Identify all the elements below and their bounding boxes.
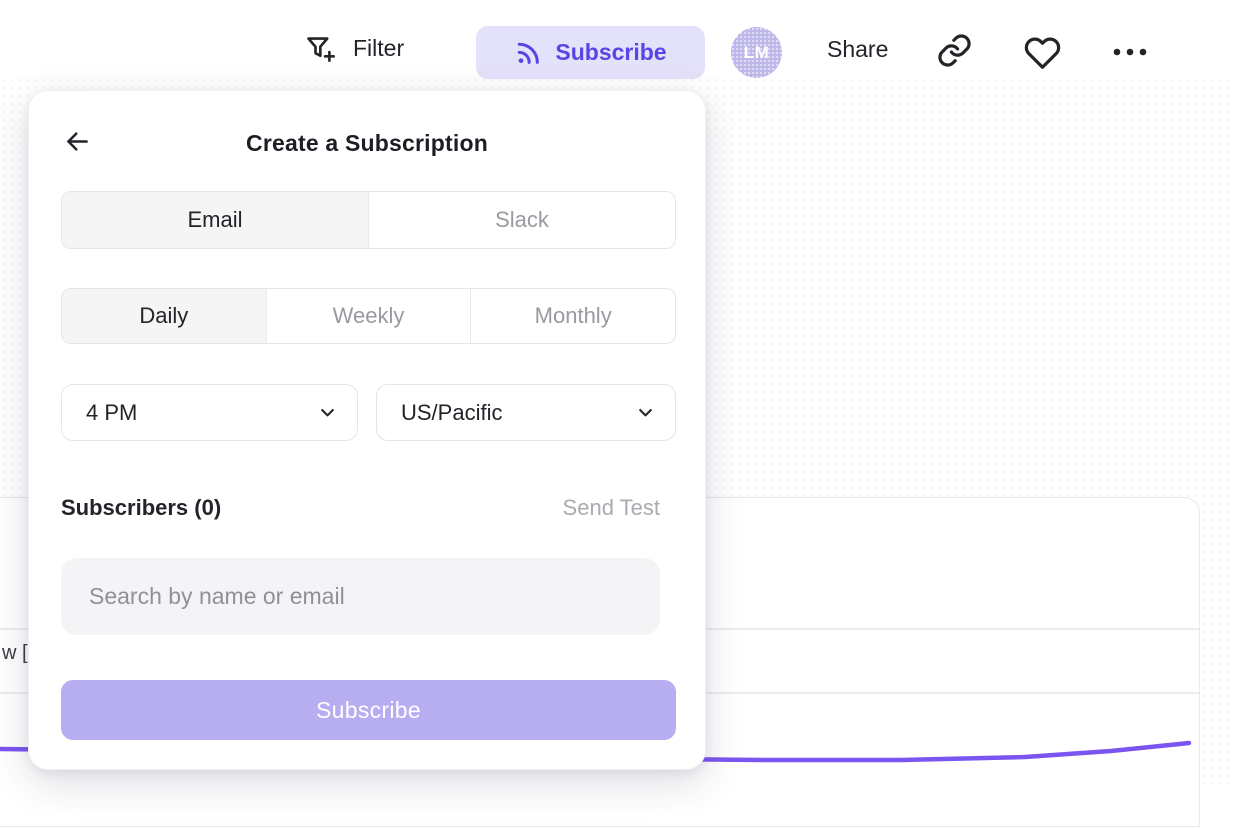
avatar[interactable]: LM bbox=[731, 27, 782, 78]
subscriber-search-input[interactable] bbox=[61, 558, 660, 635]
share-button[interactable]: Share bbox=[827, 36, 888, 63]
tab-email[interactable]: Email bbox=[62, 192, 368, 248]
subscribe-label: Subscribe bbox=[555, 39, 666, 66]
favorite-button[interactable] bbox=[1024, 33, 1061, 75]
ellipsis-icon bbox=[1110, 46, 1150, 58]
frequency-segmented-control: Daily Weekly Monthly bbox=[61, 288, 676, 344]
create-subscription-dialog: Create a Subscription Email Slack Daily … bbox=[28, 90, 706, 770]
avatar-initials: LM bbox=[744, 43, 770, 63]
subscribe-button[interactable]: Subscribe bbox=[476, 26, 705, 79]
overflow-menu-button[interactable] bbox=[1110, 45, 1150, 63]
heart-icon bbox=[1024, 33, 1061, 70]
channel-segmented-control: Email Slack bbox=[61, 191, 676, 249]
subscribe-submit-button[interactable]: Subscribe bbox=[61, 680, 676, 740]
link-icon bbox=[936, 32, 973, 69]
dialog-title: Create a Subscription bbox=[29, 130, 705, 157]
filter-plus-icon bbox=[303, 32, 336, 65]
tab-monthly[interactable]: Monthly bbox=[470, 289, 675, 343]
chevron-down-icon bbox=[634, 401, 657, 424]
timezone-select-value: US/Pacific bbox=[401, 400, 502, 426]
time-select-value: 4 PM bbox=[86, 400, 137, 426]
subscribers-count-label: Subscribers (0) bbox=[61, 495, 221, 521]
chevron-down-icon bbox=[316, 401, 339, 424]
rss-icon bbox=[514, 39, 542, 67]
subscribers-row: Subscribers (0) Send Test bbox=[61, 495, 660, 521]
send-test-button[interactable]: Send Test bbox=[563, 495, 660, 521]
toolbar: Filter Subscribe LM Share bbox=[0, 0, 1234, 80]
timezone-select[interactable]: US/Pacific bbox=[376, 384, 676, 441]
time-select[interactable]: 4 PM bbox=[61, 384, 358, 441]
copy-link-button[interactable] bbox=[936, 32, 973, 74]
clipped-text-fragment: w [ bbox=[2, 642, 28, 665]
tab-slack[interactable]: Slack bbox=[368, 192, 675, 248]
tab-daily[interactable]: Daily bbox=[62, 289, 266, 343]
tab-weekly[interactable]: Weekly bbox=[266, 289, 471, 343]
filter-label: Filter bbox=[353, 35, 404, 62]
filter-button[interactable]: Filter bbox=[303, 29, 404, 67]
